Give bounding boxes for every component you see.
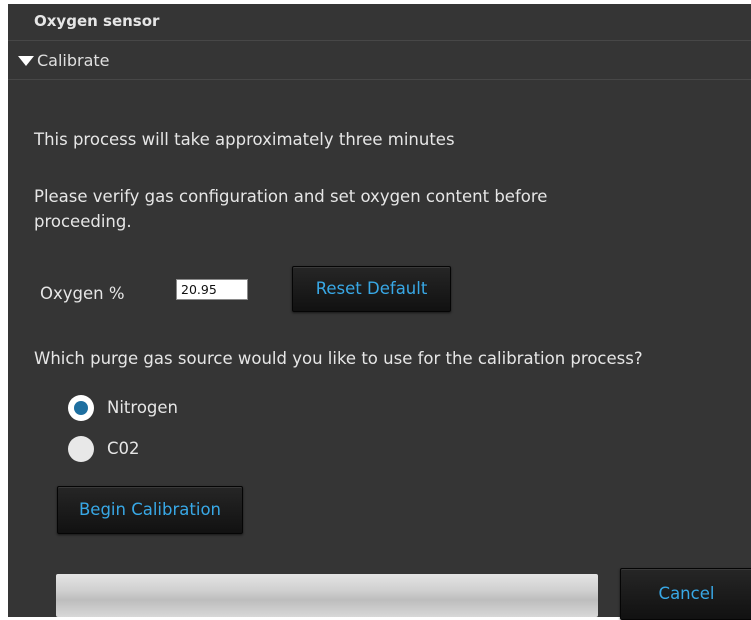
duration-text: This process will take approximately thr… [34, 130, 455, 149]
verify-text-line2: proceeding. [34, 212, 132, 231]
calibration-progress-bar [56, 574, 598, 617]
oxygen-percent-input[interactable] [176, 279, 248, 300]
verify-text-line1: Please verify gas configuration and set … [34, 187, 548, 206]
oxygen-sensor-panel: Oxygen sensor Calibrate This process wil… [8, 4, 751, 620]
cancel-button[interactable]: Cancel [620, 568, 751, 620]
reset-default-button[interactable]: Reset Default [292, 266, 451, 312]
begin-calibration-button[interactable]: Begin Calibration [57, 486, 243, 534]
co2-label: C02 [107, 439, 140, 458]
co2-radio[interactable] [68, 436, 94, 462]
panel-header: Oxygen sensor [8, 4, 751, 41]
nitrogen-radio[interactable] [68, 395, 94, 421]
calibrate-section-toggle[interactable]: Calibrate [8, 41, 751, 80]
section-label: Calibrate [37, 51, 110, 70]
purge-question: Which purge gas source would you like to… [34, 349, 643, 368]
triangle-down-icon [18, 56, 34, 66]
panel-title: Oxygen sensor [34, 12, 160, 30]
nitrogen-label: Nitrogen [107, 398, 178, 417]
oxygen-label: Oxygen % [40, 284, 125, 303]
